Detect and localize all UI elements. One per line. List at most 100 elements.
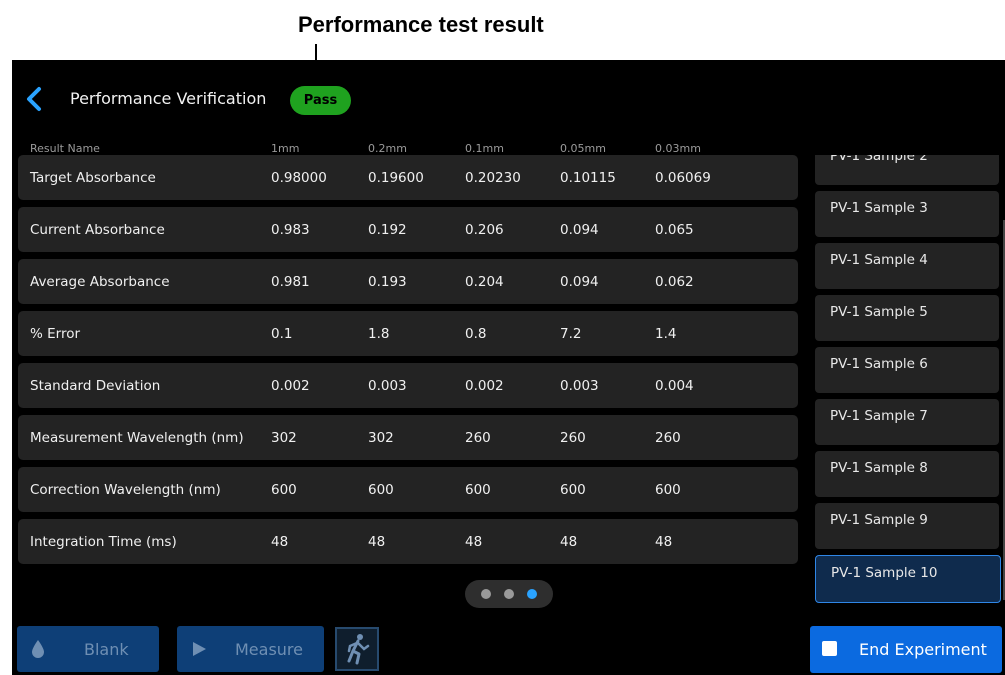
- table-row: Correction Wavelength (nm) 600 600 600 600 60…: [18, 467, 798, 512]
- cell-value: 0.10115: [560, 170, 616, 186]
- sample-item[interactable]: PV-1 Sample 8: [815, 451, 999, 497]
- sample-item-label: PV-1 Sample 8: [830, 460, 928, 476]
- device-screen: Performance Verification Pass Result Nam…: [12, 60, 1005, 675]
- sample-item[interactable]: PV-1 Sample 7: [815, 399, 999, 445]
- cell-value: 600: [465, 482, 491, 498]
- sample-item[interactable]: PV-1 Sample 9: [815, 503, 999, 549]
- cell-value: 0.19600: [368, 170, 424, 186]
- sample-item-label: PV-1 Sample 5: [830, 304, 928, 320]
- page-dot[interactable]: [481, 589, 491, 599]
- end-experiment-button[interactable]: End Experiment: [810, 626, 1002, 673]
- cell-value: 0.003: [560, 378, 599, 394]
- page-dot[interactable]: [504, 589, 514, 599]
- sample-item-label: PV-1 Sample 2: [830, 155, 928, 164]
- cell-value: 0.003: [368, 378, 407, 394]
- row-label: Current Absorbance: [30, 222, 165, 238]
- cell-value: 0.192: [368, 222, 407, 238]
- cell-value: 0.981: [271, 274, 310, 290]
- sample-item[interactable]: PV-1 Sample 4: [815, 243, 999, 289]
- cell-value: 600: [271, 482, 297, 498]
- row-label: Measurement Wavelength (nm): [30, 430, 244, 446]
- table-row: Measurement Wavelength (nm) 302 302 260 260 2…: [18, 415, 798, 460]
- row-label: % Error: [30, 326, 81, 342]
- cell-value: 48: [655, 534, 673, 550]
- cell-value: 600: [655, 482, 681, 498]
- running-person-icon: [347, 634, 370, 665]
- cell-value: 302: [271, 430, 297, 446]
- cell-value: 7.2: [560, 326, 582, 342]
- cell-value: 0.094: [560, 274, 599, 290]
- sample-item-label: PV-1 Sample 6: [830, 356, 928, 372]
- cell-value: 1.8: [368, 326, 390, 342]
- cell-value: 0.206: [465, 222, 504, 238]
- page-indicator[interactable]: [465, 580, 553, 608]
- chevron-left-icon[interactable]: [24, 86, 44, 112]
- cell-value: 0.06069: [655, 170, 711, 186]
- cell-value: 0.204: [465, 274, 504, 290]
- row-label: Integration Time (ms): [30, 534, 177, 550]
- column-header: 0.2mm: [368, 142, 407, 155]
- table-row: Target Absorbance 0.98000 0.19600 0.20230 0.…: [18, 155, 798, 200]
- row-label: Average Absorbance: [30, 274, 170, 290]
- row-label: Correction Wavelength (nm): [30, 482, 221, 498]
- cell-value: 0.002: [271, 378, 310, 394]
- cell-value: 48: [368, 534, 386, 550]
- cell-value: 0.193: [368, 274, 407, 290]
- page-title: Performance Verification: [70, 89, 267, 108]
- cell-value: 0.062: [655, 274, 694, 290]
- sample-item-label: PV-1 Sample 10: [831, 565, 938, 581]
- blank-button-label: Blank: [84, 640, 129, 659]
- cell-value: 0.8: [465, 326, 487, 342]
- cell-value: 0.20230: [465, 170, 521, 186]
- table-row: Integration Time (ms) 48 48 48 48 48: [18, 519, 798, 564]
- sample-item[interactable]: PV-1 Sample 2: [815, 155, 999, 185]
- table-row: % Error 0.1 1.8 0.8 7.2 1.4: [18, 311, 798, 356]
- cell-value: 0.98000: [271, 170, 327, 186]
- sample-item-label: PV-1 Sample 4: [830, 252, 928, 268]
- cell-value: 48: [465, 534, 483, 550]
- measure-button[interactable]: Measure: [177, 626, 324, 672]
- cell-value: 260: [465, 430, 491, 446]
- status-badge: Pass: [290, 86, 351, 115]
- sample-list[interactable]: PV-1 Sample 2 PV-1 Sample 3 PV-1 Sample 4 P…: [815, 155, 1001, 605]
- column-header: 1mm: [271, 142, 300, 155]
- measure-button-label: Measure: [235, 640, 303, 659]
- sample-item[interactable]: PV-1 Sample 3: [815, 191, 999, 237]
- blank-button[interactable]: Blank: [17, 626, 159, 672]
- sample-item-label: PV-1 Sample 9: [830, 512, 928, 528]
- column-header: Result Name: [30, 142, 100, 155]
- sample-item-selected[interactable]: PV-1 Sample 10: [815, 555, 1001, 603]
- play-icon: [193, 642, 206, 656]
- cell-value: 260: [560, 430, 586, 446]
- row-label: Standard Deviation: [30, 378, 161, 394]
- column-header: 0.05mm: [560, 142, 606, 155]
- cell-value: 0.1: [271, 326, 293, 342]
- table-row: Average Absorbance 0.981 0.193 0.204 0.094 0.…: [18, 259, 798, 304]
- cell-value: 600: [560, 482, 586, 498]
- table-header: Result Name 1mm 0.2mm 0.1mm 0.05mm 0.03m…: [30, 142, 810, 156]
- end-experiment-label: End Experiment: [859, 640, 987, 659]
- run-mode-button[interactable]: [335, 627, 379, 671]
- row-label: Target Absorbance: [30, 170, 156, 186]
- cell-value: 48: [271, 534, 289, 550]
- table-row: Standard Deviation 0.002 0.003 0.002 0.003 0.…: [18, 363, 798, 408]
- drop-icon: [32, 640, 44, 658]
- cell-value: 302: [368, 430, 394, 446]
- sample-item-label: PV-1 Sample 7: [830, 408, 928, 424]
- cell-value: 1.4: [655, 326, 677, 342]
- column-header: 0.1mm: [465, 142, 504, 155]
- cell-value: 0.065: [655, 222, 694, 238]
- page-dot-active[interactable]: [527, 589, 537, 599]
- table-row: Current Absorbance 0.983 0.192 0.206 0.094 0.…: [18, 207, 798, 252]
- sample-item[interactable]: PV-1 Sample 6: [815, 347, 999, 393]
- sample-item[interactable]: PV-1 Sample 5: [815, 295, 999, 341]
- stop-icon: [822, 641, 837, 656]
- cell-value: 0.004: [655, 378, 694, 394]
- cell-value: 0.002: [465, 378, 504, 394]
- cell-value: 600: [368, 482, 394, 498]
- column-header: 0.03mm: [655, 142, 701, 155]
- cell-value: 260: [655, 430, 681, 446]
- cell-value: 0.983: [271, 222, 310, 238]
- cell-value: 0.094: [560, 222, 599, 238]
- sample-item-label: PV-1 Sample 3: [830, 200, 928, 216]
